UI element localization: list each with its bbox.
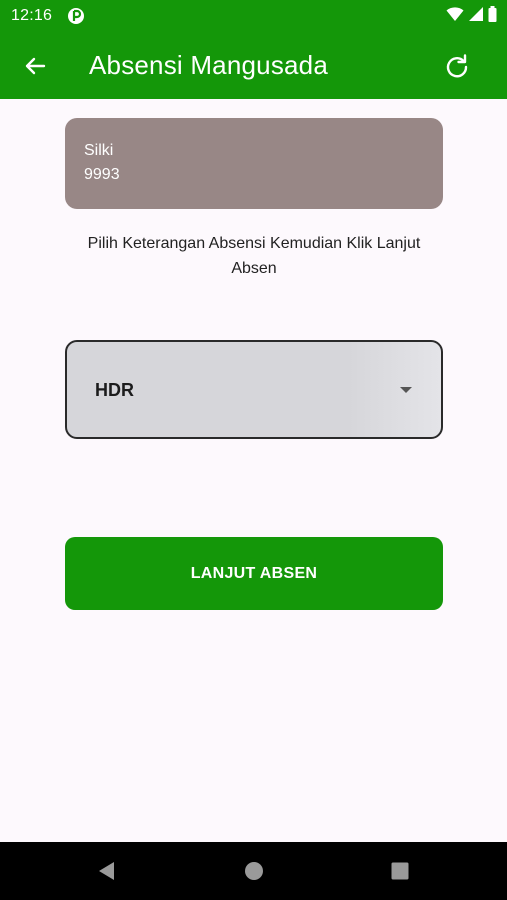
status-icons xyxy=(446,5,497,27)
caret-down-icon xyxy=(400,387,412,393)
triangle-back-icon xyxy=(99,862,114,880)
status-bar: 12:16 xyxy=(0,0,507,33)
navigation-bar xyxy=(0,842,507,900)
submit-attendance-button[interactable]: LANJUT ABSEN xyxy=(65,537,443,610)
nav-recents-button[interactable] xyxy=(389,860,411,882)
nav-home-button[interactable] xyxy=(243,860,265,882)
user-card: Silki 9993 xyxy=(65,118,443,209)
dropdown-selected-value: HDR xyxy=(95,380,134,400)
app-bar: Absensi Mangusada xyxy=(0,33,507,99)
app-title: Absensi Mangusada xyxy=(89,50,328,80)
attendance-type-dropdown[interactable]: HDR xyxy=(65,340,443,439)
user-name: Silki xyxy=(84,142,114,159)
refresh-icon xyxy=(446,54,468,78)
back-button[interactable] xyxy=(20,51,50,81)
submit-button-label: LANJUT ABSEN xyxy=(190,564,318,582)
notification-icon xyxy=(67,7,85,25)
arrow-left-icon xyxy=(25,57,46,75)
square-recents-icon xyxy=(391,862,409,880)
user-id: 9993 xyxy=(84,166,120,183)
circle-home-icon xyxy=(245,862,263,880)
refresh-button[interactable] xyxy=(441,50,473,82)
battery-icon xyxy=(488,5,497,27)
status-time: 12:16 xyxy=(11,7,53,24)
nav-back-button[interactable] xyxy=(96,860,118,882)
signal-icon xyxy=(468,6,484,27)
instruction-text: Pilih Keterangan Absensi Kemudian Klik L… xyxy=(87,235,421,277)
wifi-icon xyxy=(446,6,464,27)
